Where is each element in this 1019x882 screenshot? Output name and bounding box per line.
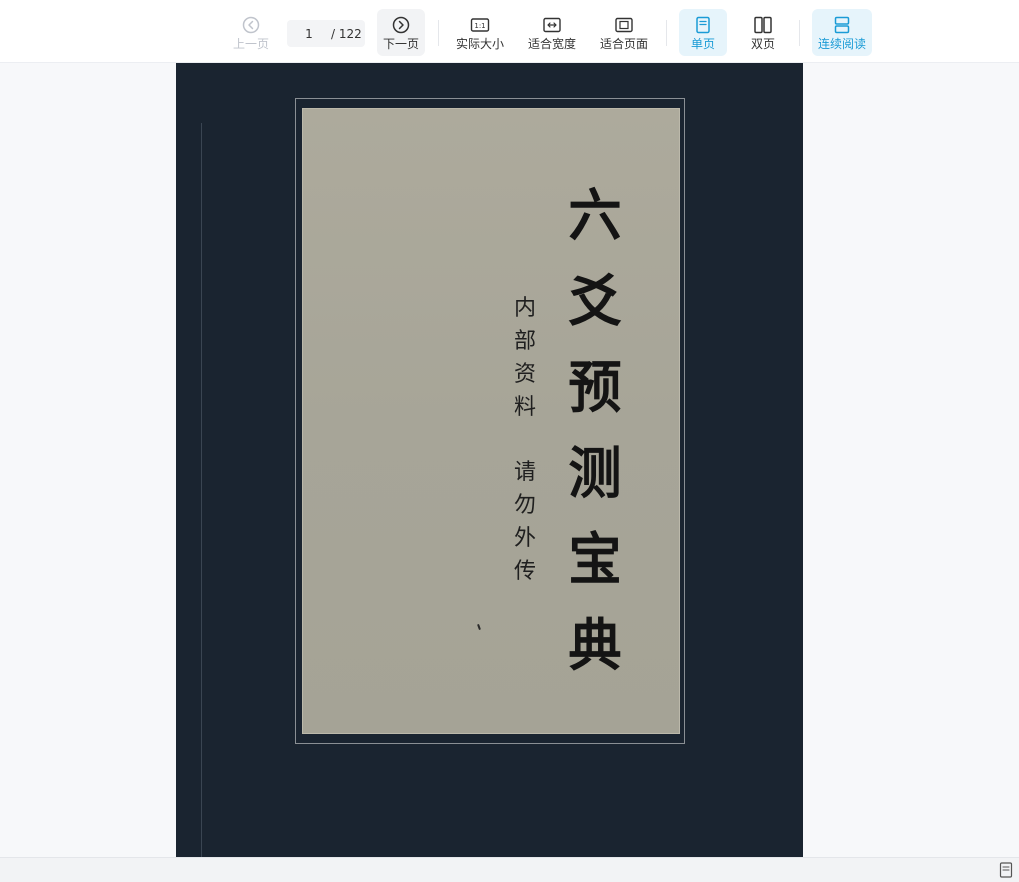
toolbar-divider bbox=[438, 20, 439, 46]
svg-text:1:1: 1:1 bbox=[474, 22, 485, 30]
page-view-icon[interactable] bbox=[999, 862, 1013, 878]
title-char: 测 bbox=[568, 441, 622, 507]
fit-width-icon bbox=[542, 16, 562, 34]
total-pages: / 122 bbox=[331, 26, 362, 41]
fit-page-button[interactable]: 适合页面 bbox=[596, 9, 652, 56]
actual-size-button[interactable]: 1:1 实际大小 bbox=[452, 9, 508, 56]
subtitle-char: 内 bbox=[513, 296, 536, 321]
fit-width-button[interactable]: 适合宽度 bbox=[524, 9, 580, 56]
prev-page-button[interactable]: 上一页 bbox=[228, 9, 274, 56]
title-char: 预 bbox=[568, 355, 622, 421]
status-bar bbox=[0, 857, 1019, 882]
double-page-icon bbox=[753, 16, 773, 34]
cover-text-area: 六 爻 预 测 宝 典 内 部 资 料 请 勿 外 传 bbox=[302, 108, 680, 734]
next-page-button[interactable]: 下一页 bbox=[377, 9, 425, 56]
title-char: 爻 bbox=[568, 269, 622, 335]
actual-size-icon: 1:1 bbox=[470, 16, 490, 34]
next-page-label: 下一页 bbox=[382, 37, 419, 51]
double-page-label: 双页 bbox=[750, 37, 775, 51]
cover-subtitle: 内 部 资 料 请 勿 外 传 bbox=[510, 292, 540, 588]
subtitle-char: 外 bbox=[513, 526, 536, 551]
toolbar-divider bbox=[666, 20, 667, 46]
subtitle-char: 传 bbox=[513, 559, 536, 584]
toolbar-divider bbox=[799, 20, 800, 46]
page-number-box: 1 / 122 bbox=[287, 20, 365, 47]
subtitle-char: 资 bbox=[513, 362, 536, 387]
continuous-reading-button[interactable]: 连续阅读 bbox=[812, 9, 872, 56]
cover-spine-line bbox=[201, 123, 202, 857]
title-char: 六 bbox=[568, 183, 622, 249]
current-page-input[interactable]: 1 bbox=[287, 27, 331, 41]
subtitle-char: 料 bbox=[513, 395, 536, 420]
fit-width-label: 适合宽度 bbox=[527, 37, 576, 51]
single-page-button[interactable]: 单页 bbox=[679, 9, 727, 56]
subtitle-char: 请 bbox=[513, 460, 536, 485]
subtitle-char: 部 bbox=[513, 329, 536, 354]
chevron-left-circle-icon bbox=[241, 16, 261, 34]
fit-page-label: 适合页面 bbox=[599, 37, 648, 51]
fit-page-icon bbox=[614, 16, 634, 34]
document-page: 六 爻 预 测 宝 典 内 部 资 料 请 勿 外 传 bbox=[176, 63, 803, 857]
subtitle-char: 勿 bbox=[513, 493, 536, 518]
viewer-toolbar: 上一页 1 / 122 下一页 1:1 实际大小 适合宽度 适合页面 单页 双页… bbox=[0, 0, 1019, 63]
single-page-icon bbox=[693, 16, 713, 34]
chevron-right-circle-icon bbox=[391, 16, 411, 34]
continuous-reading-label: 连续阅读 bbox=[817, 37, 866, 51]
prev-page-label: 上一页 bbox=[232, 37, 269, 51]
title-char: 宝 bbox=[568, 527, 622, 593]
actual-size-label: 实际大小 bbox=[455, 37, 504, 51]
cover-title: 六 爻 预 测 宝 典 bbox=[558, 173, 632, 689]
title-char: 典 bbox=[568, 613, 622, 679]
double-page-button[interactable]: 双页 bbox=[739, 9, 787, 56]
continuous-scroll-icon bbox=[832, 16, 852, 34]
single-page-label: 单页 bbox=[690, 37, 715, 51]
